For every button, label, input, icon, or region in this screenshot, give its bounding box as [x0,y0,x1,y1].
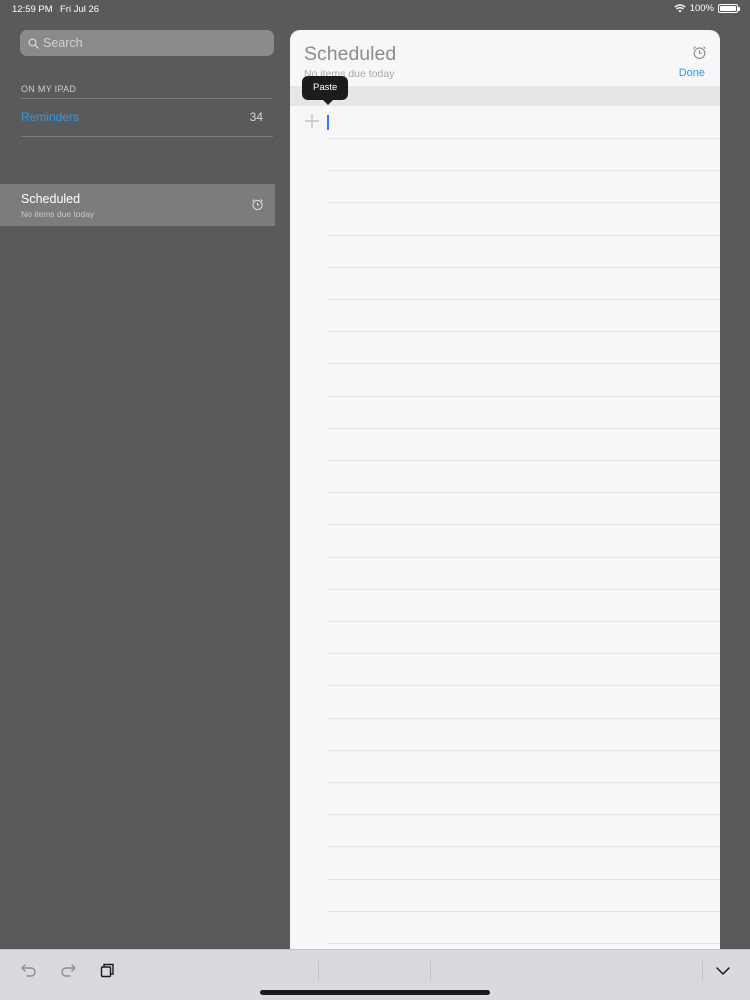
ruled-line [328,363,720,365]
ruled-line [328,653,720,655]
status-right: 100% [674,3,740,14]
sidebar: Search ON MY IPAD Reminders 34 Scheduled… [0,18,282,948]
alarm-clock-icon [692,45,707,65]
ruled-line [328,782,720,783]
list-divider [21,136,273,137]
ruled-line [328,685,720,687]
ruled-line [328,299,720,300]
header-band [290,86,720,106]
ruled-line [328,588,720,590]
done-button[interactable]: Done [679,67,705,79]
ruled-line [328,878,720,880]
ruled-line [328,910,720,912]
sidebar-item-reminders[interactable]: Reminders 34 [21,106,272,128]
ruled-line [328,943,720,944]
battery-icon [718,4,740,13]
search-icon [28,37,39,49]
text-cursor [327,115,329,130]
page-title: Scheduled [304,43,397,65]
search-input[interactable]: Search [20,30,274,56]
sidebar-item-scheduled[interactable]: Scheduled No items due today [0,184,275,226]
footer-left: ━━━━ [21,945,43,949]
ruled-line [328,814,720,816]
sidebar-item-label: Reminders [21,110,80,124]
ruled-line [328,492,720,494]
ruled-line [328,749,720,751]
plus-icon[interactable] [304,113,320,134]
ruled-line [328,331,720,333]
status-bar: 12:59 PM Fri Jul 26 100% [0,0,750,18]
scheduled-subtitle: No items due today [21,209,95,219]
ruled-line [328,395,720,397]
undo-icon[interactable] [20,962,38,983]
keyboard-dismiss-icon[interactable] [715,964,731,982]
status-time: 12:59 PM [12,4,53,15]
sidebar-item-count: 34 [249,110,263,124]
section-divider [21,98,273,99]
ruled-line [328,460,720,461]
alarm-clock-icon [251,198,264,216]
ruled-line [328,138,720,139]
paste-button[interactable]: Paste [302,76,349,105]
status-date: Fri Jul 26 [60,4,100,15]
ruled-line [328,621,720,622]
sidebar-footer: ━━━━ ━━ [21,944,266,949]
bar-separator [430,961,431,981]
scheduled-title: Scheduled [21,192,81,206]
ruled-line [328,717,720,719]
new-reminder-row[interactable] [290,106,720,138]
clipboard-icon[interactable] [99,962,115,983]
home-indicator[interactable] [260,990,490,995]
battery-fill [720,6,736,11]
ruled-line [328,846,720,848]
search-placeholder: Search [43,36,83,50]
footer-right: ━━ [255,945,266,949]
battery-percent: 100% [689,3,714,14]
bar-separator [318,961,319,981]
main-panel: Scheduled No items due today Done Paste [290,30,720,950]
wifi-icon [674,4,686,13]
ruled-line [328,202,720,204]
section-header: ON MY IPAD [21,84,77,94]
keyboard-shortcut-bar [0,949,750,1000]
ruled-line [328,427,720,429]
ruled-line [328,556,720,558]
redo-icon[interactable] [59,962,77,983]
ruled-line [328,170,720,172]
ruled-line [328,524,720,526]
ruled-line [328,234,720,236]
ruled-line [328,266,720,268]
bar-separator [702,961,703,981]
ruled-lines [328,138,720,950]
